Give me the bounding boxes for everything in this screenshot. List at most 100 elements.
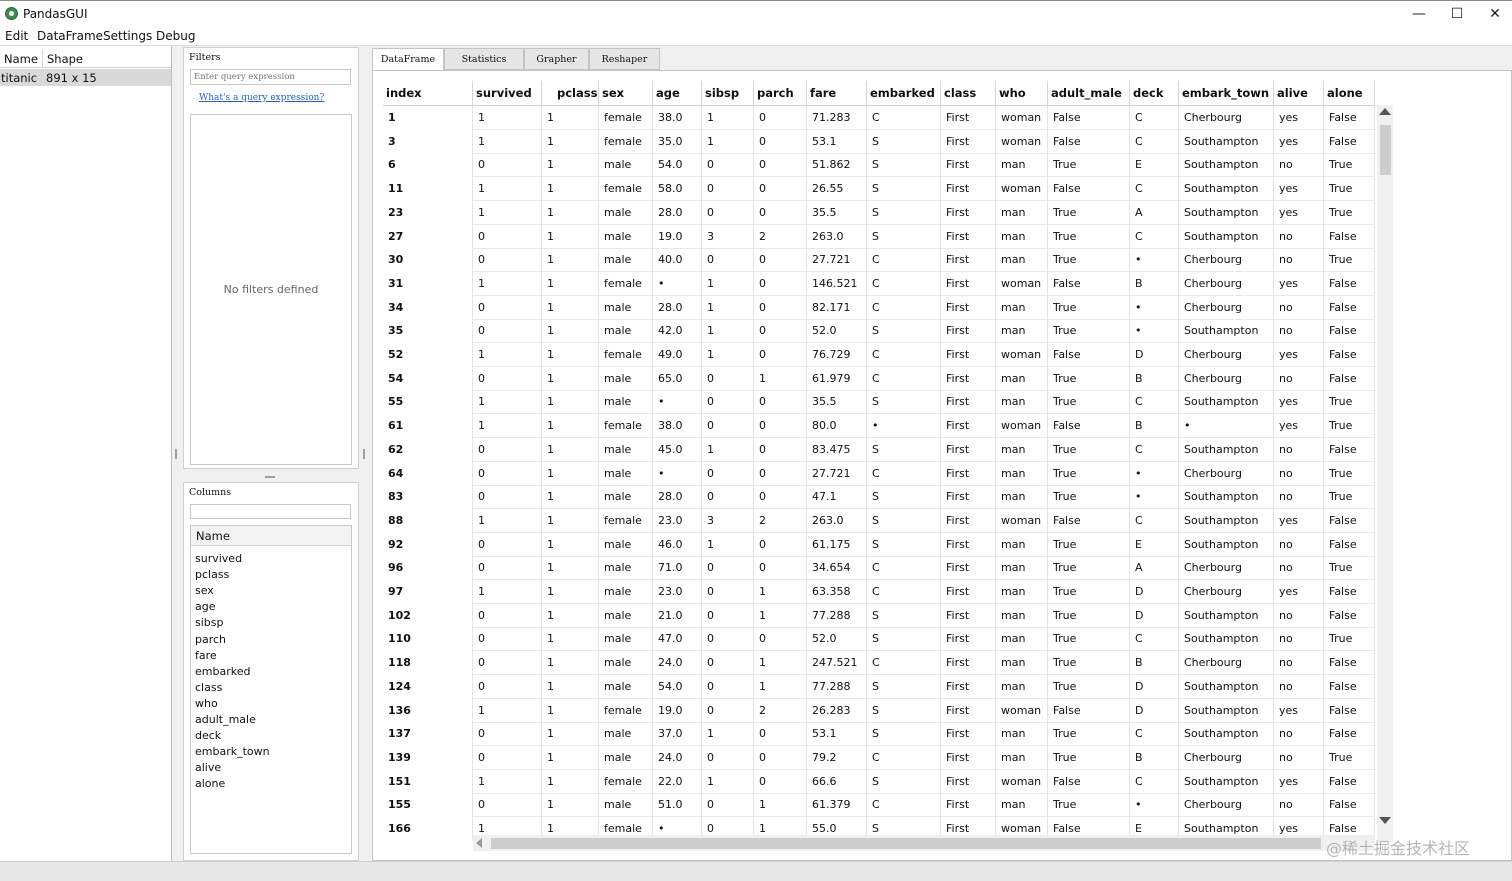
- table-cell[interactable]: 1: [542, 698, 599, 723]
- table-cell[interactable]: True: [1048, 532, 1130, 557]
- table-cell[interactable]: 1: [542, 437, 599, 462]
- menu-edit[interactable]: Edit: [5, 29, 28, 43]
- table-cell[interactable]: 19.0: [653, 698, 702, 723]
- table-cell[interactable]: male: [599, 485, 653, 510]
- table-row[interactable]: 61 1 1 female 38.0 0 0 80.0 • First woman False B • ye…: [383, 414, 1375, 439]
- table-cell[interactable]: 80.0: [807, 414, 867, 439]
- table-cell[interactable]: 1: [702, 722, 754, 747]
- table-cell[interactable]: male: [599, 556, 653, 581]
- table-cell[interactable]: 0: [473, 627, 542, 652]
- table-row[interactable]: 3 1 1 female 35.0 1 0 53.1 S First woman False C Sout…: [383, 129, 1375, 154]
- table-cell[interactable]: S: [867, 485, 941, 510]
- table-row[interactable]: 96 0 1 male 71.0 0 0 34.654 C First man True A Cherbo…: [383, 556, 1375, 581]
- column-header[interactable]: fare: [807, 81, 867, 106]
- table-cell[interactable]: man: [996, 200, 1048, 225]
- row-index-cell[interactable]: 137: [383, 722, 473, 747]
- table-cell[interactable]: no: [1274, 722, 1324, 747]
- table-cell[interactable]: S: [867, 437, 941, 462]
- table-cell[interactable]: False: [1048, 343, 1130, 367]
- table-cell[interactable]: B: [1130, 745, 1179, 770]
- table-row[interactable]: 27 0 1 male 19.0 3 2 263.0 S First man True C Southam…: [383, 224, 1375, 249]
- table-cell[interactable]: 0: [754, 532, 807, 557]
- table-cell[interactable]: D: [1130, 698, 1179, 723]
- table-cell[interactable]: Cherbourg: [1179, 745, 1274, 770]
- table-cell[interactable]: 35.5: [807, 200, 867, 225]
- table-cell[interactable]: C: [1130, 177, 1179, 202]
- column-header[interactable]: sibsp: [702, 81, 754, 106]
- row-index-cell[interactable]: 96: [383, 556, 473, 581]
- table-row[interactable]: 52 1 1 female 49.0 1 0 76.729 C First woman False D C…: [383, 343, 1375, 367]
- table-cell[interactable]: False: [1324, 271, 1375, 296]
- table-cell[interactable]: False: [1048, 106, 1130, 130]
- table-cell[interactable]: •: [1130, 319, 1179, 344]
- table-cell[interactable]: C: [867, 793, 941, 818]
- table-cell[interactable]: yes: [1274, 200, 1324, 225]
- table-cell[interactable]: 0: [702, 461, 754, 486]
- table-cell[interactable]: C: [867, 366, 941, 391]
- vertical-scroll-thumb[interactable]: [1380, 125, 1391, 175]
- table-cell[interactable]: 0: [473, 674, 542, 699]
- column-list-item[interactable]: sex: [195, 584, 214, 597]
- table-cell[interactable]: E: [1130, 532, 1179, 557]
- table-cell[interactable]: 0: [754, 271, 807, 296]
- minimize-button[interactable]: —: [1400, 1, 1438, 28]
- table-cell[interactable]: 1: [542, 508, 599, 533]
- table-cell[interactable]: 52.0: [807, 627, 867, 652]
- table-cell[interactable]: 1: [542, 366, 599, 391]
- table-cell[interactable]: D: [1130, 674, 1179, 699]
- table-cell[interactable]: C: [1130, 437, 1179, 462]
- table-cell[interactable]: male: [599, 153, 653, 178]
- table-row[interactable]: 155 0 1 male 51.0 0 1 61.379 C First man True • Cherb…: [383, 793, 1375, 818]
- table-cell[interactable]: 3: [702, 508, 754, 533]
- table-cell[interactable]: 1: [754, 580, 807, 604]
- table-cell[interactable]: •: [653, 461, 702, 486]
- table-cell[interactable]: female: [599, 508, 653, 533]
- table-row[interactable]: 118 0 1 male 24.0 0 1 247.521 C First man True B Cher…: [383, 651, 1375, 676]
- table-cell[interactable]: False: [1324, 343, 1375, 367]
- row-index-cell[interactable]: 35: [383, 319, 473, 344]
- table-cell[interactable]: First: [941, 248, 996, 273]
- column-header[interactable]: class: [941, 81, 996, 106]
- table-cell[interactable]: First: [941, 153, 996, 178]
- table-cell[interactable]: C: [1130, 627, 1179, 652]
- table-cell[interactable]: 63.358: [807, 580, 867, 604]
- table-cell[interactable]: male: [599, 651, 653, 676]
- shape-column-header[interactable]: Shape: [47, 52, 83, 66]
- row-index-cell[interactable]: 55: [383, 390, 473, 415]
- column-list-item[interactable]: who: [195, 697, 218, 710]
- table-cell[interactable]: woman: [996, 343, 1048, 367]
- table-row[interactable]: 35 0 1 male 42.0 1 0 52.0 S First man True • Southamp…: [383, 319, 1375, 344]
- table-cell[interactable]: 61.379: [807, 793, 867, 818]
- table-cell[interactable]: 247.521: [807, 651, 867, 676]
- table-cell[interactable]: 0: [473, 722, 542, 747]
- table-cell[interactable]: •: [1130, 248, 1179, 273]
- table-cell[interactable]: 38.0: [653, 106, 702, 130]
- table-cell[interactable]: 0: [702, 414, 754, 439]
- table-cell[interactable]: First: [941, 200, 996, 225]
- table-cell[interactable]: 0: [754, 556, 807, 581]
- horizontal-scrollbar[interactable]: [473, 835, 1375, 851]
- table-cell[interactable]: 3: [702, 224, 754, 249]
- table-cell[interactable]: male: [599, 366, 653, 391]
- table-cell[interactable]: 0: [754, 769, 807, 794]
- column-list-item[interactable]: embarked: [195, 665, 250, 678]
- table-cell[interactable]: female: [599, 698, 653, 723]
- column-header[interactable]: alive: [1274, 81, 1324, 106]
- column-list-item[interactable]: embark_town: [195, 745, 270, 758]
- table-cell[interactable]: 1: [473, 698, 542, 723]
- table-cell[interactable]: First: [941, 674, 996, 699]
- table-cell[interactable]: B: [1130, 366, 1179, 391]
- table-row[interactable]: 97 1 1 male 23.0 0 1 63.358 C First man True D Cherbo…: [383, 580, 1375, 604]
- table-cell[interactable]: S: [867, 177, 941, 202]
- table-cell[interactable]: A: [1130, 200, 1179, 225]
- table-cell[interactable]: 1: [542, 153, 599, 178]
- table-cell[interactable]: 0: [754, 745, 807, 770]
- table-cell[interactable]: man: [996, 674, 1048, 699]
- table-row[interactable]: 54 0 1 male 65.0 0 1 61.979 C First man True B Cherbo…: [383, 366, 1375, 391]
- table-cell[interactable]: 1: [542, 793, 599, 818]
- table-cell[interactable]: 38.0: [653, 414, 702, 439]
- table-cell[interactable]: 40.0: [653, 248, 702, 273]
- table-cell[interactable]: False: [1324, 674, 1375, 699]
- table-cell[interactable]: C: [867, 295, 941, 320]
- table-cell[interactable]: 51.0: [653, 793, 702, 818]
